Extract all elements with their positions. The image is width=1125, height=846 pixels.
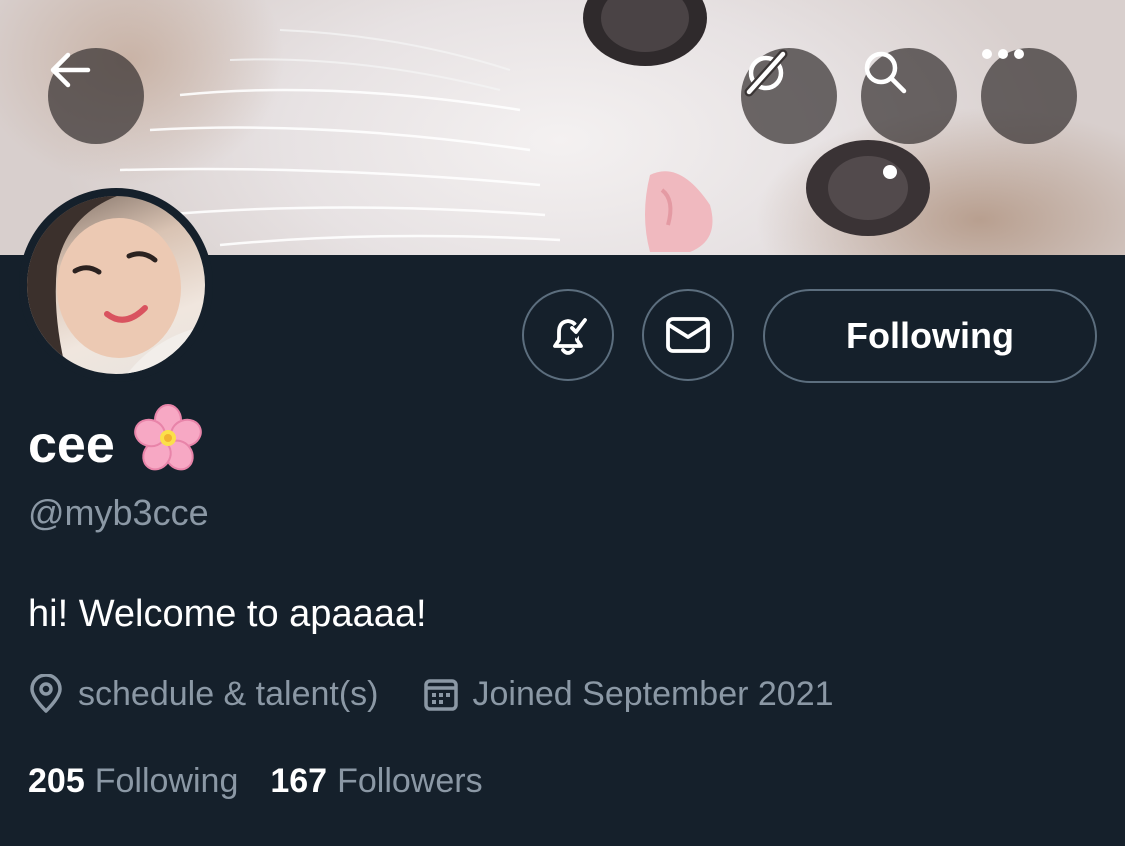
notifications-button[interactable] — [522, 289, 614, 381]
bell-check-icon — [553, 317, 589, 355]
avatar[interactable] — [19, 188, 213, 382]
arrow-left-icon — [50, 52, 91, 88]
following-count: 205 — [28, 761, 85, 800]
followers-stat[interactable]: 167 Followers — [270, 762, 482, 801]
follow-stats: 205 Following 167 Followers — [28, 758, 483, 804]
search-icon — [864, 51, 907, 94]
followers-label: Followers — [337, 761, 483, 800]
message-button[interactable] — [642, 289, 734, 381]
calendar-icon — [423, 679, 458, 711]
join-date-text: Joined September 2021 — [472, 674, 834, 713]
search-button[interactable] — [861, 48, 957, 144]
profile-meta: schedule & talent(s) Joined September 20… — [28, 670, 834, 718]
following-stat[interactable]: 205 Following — [28, 762, 238, 801]
more-button[interactable] — [981, 48, 1077, 144]
cherry-blossom-icon — [133, 403, 203, 487]
back-button[interactable] — [48, 48, 144, 144]
following-label: Following — [94, 761, 239, 800]
slashed-globe-icon — [744, 49, 788, 97]
bio: hi! Welcome to apaaaa! — [28, 593, 427, 635]
join-date: Joined September 2021 — [423, 675, 834, 714]
display-name: cee — [28, 416, 115, 474]
avatar-image — [27, 196, 205, 374]
location: schedule & talent(s) — [28, 674, 379, 714]
followers-count: 167 — [270, 761, 328, 800]
more-horizontal-icon — [982, 49, 1024, 59]
handle: @myb3cce — [28, 492, 209, 533]
location-text: schedule & talent(s) — [78, 674, 379, 713]
display-name-row: cee — [28, 403, 203, 480]
location-pin-icon — [30, 674, 62, 713]
profile-page: Following cee @myb3cce hi! Welcome to ap… — [0, 0, 1125, 846]
envelope-icon — [666, 317, 710, 353]
translate-button[interactable] — [741, 48, 837, 144]
following-button[interactable]: Following — [763, 289, 1097, 383]
